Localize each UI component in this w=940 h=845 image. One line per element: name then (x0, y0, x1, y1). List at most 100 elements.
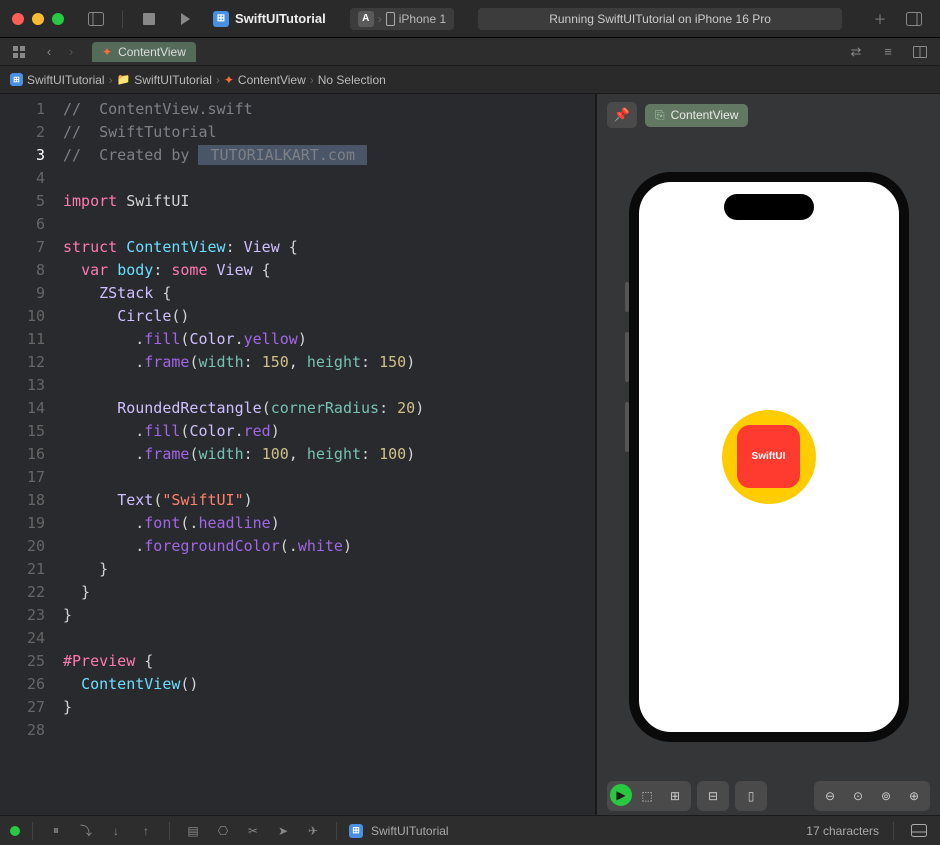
run-button[interactable] (171, 7, 199, 31)
pin-icon: 📌 (614, 107, 630, 123)
close-window[interactable] (12, 13, 24, 25)
add-editor[interactable] (906, 40, 934, 64)
circle-shape: SwiftUI (722, 410, 816, 504)
zoom-fit[interactable]: ⊙ (845, 784, 871, 808)
related-items[interactable] (6, 40, 34, 64)
step-over[interactable]: ⤵ (75, 821, 97, 841)
bc-file[interactable]: ✦ContentView (224, 73, 306, 87)
app-store-icon: A (358, 11, 374, 27)
breadcrumb: ⊞SwiftUITutorial › 📁SwiftUITutorial › ✦C… (0, 66, 940, 94)
pause-icon: ⏸ (53, 823, 59, 838)
chevron-left-icon: ‹ (47, 44, 51, 59)
location-icon: ➤ (278, 824, 288, 838)
sidebar-right-icon (906, 12, 922, 26)
forward-button[interactable]: › (60, 42, 82, 62)
swiftui-text: SwiftUI (752, 451, 786, 462)
bc-selection[interactable]: No Selection (318, 73, 386, 87)
sidebar-left-icon (88, 12, 104, 26)
step-out-icon: ↑ (143, 824, 149, 838)
bc-folder-label: SwiftUITutorial (134, 73, 212, 87)
preview-header: 📌 ⎘ ContentView (597, 94, 940, 136)
main-split: 1234567891011121314151617181920212223242… (0, 94, 940, 815)
adjust-editor[interactable]: ≡ (874, 40, 902, 64)
env-overrides[interactable]: ✂ (242, 821, 264, 841)
scheme-selector[interactable]: ⊞ SwiftUITutorial (213, 11, 326, 27)
char-count: 17 characters (806, 824, 879, 838)
plus-icon: ＋ (873, 9, 886, 28)
editor-tab[interactable]: ✦ ContentView (92, 42, 196, 62)
review-button[interactable]: ⇄ (842, 40, 870, 64)
pin-preview[interactable]: 📌 (607, 102, 637, 128)
step-over-icon: ⤵ (80, 822, 92, 839)
grid-icon (13, 46, 27, 58)
phone-side-buttons (625, 282, 629, 452)
preview-device[interactable]: ▯ (738, 784, 764, 808)
status-text: Running SwiftUITutorial on iPhone 16 Pro (549, 12, 771, 26)
play-icon: ▶ (616, 788, 625, 802)
phone-icon (386, 12, 395, 26)
back-button[interactable]: ‹ (38, 42, 60, 62)
toggle-debug-area[interactable] (908, 821, 930, 841)
lines-icon: ≡ (884, 44, 892, 59)
bc-file-label: ContentView (238, 73, 306, 87)
nav-icon: ✈ (308, 824, 318, 838)
memory-icon: ⎔ (218, 824, 228, 838)
app-icon: ⊞ (213, 11, 229, 27)
phone-icon: ▯ (748, 789, 755, 803)
code-editor[interactable]: 1234567891011121314151617181920212223242… (0, 94, 595, 815)
minimize-window[interactable] (32, 13, 44, 25)
activity-status[interactable]: Running SwiftUITutorial on iPhone 16 Pro (478, 8, 842, 30)
preview-pane: 📌 ⎘ ContentView SwiftUI (595, 94, 940, 815)
step-out[interactable]: ↑ (135, 821, 157, 841)
memory-graph[interactable]: ⎔ (212, 821, 234, 841)
bc-folder[interactable]: 📁SwiftUITutorial (117, 73, 212, 87)
debug-app-icon: ⊞ (349, 824, 363, 838)
variants-button[interactable]: ⊞ (662, 784, 688, 808)
traffic-lights (12, 13, 64, 25)
live-preview-button[interactable]: ▶ (610, 784, 632, 806)
zoom-in[interactable]: ⊕ (901, 784, 927, 808)
fullscreen-window[interactable] (52, 13, 64, 25)
stop-icon (143, 13, 155, 25)
3d-icon: ▤ (187, 824, 198, 838)
debug-bar: ⏸ ⤵ ↓ ↑ ▤ ⎔ ✂ ➤ ✈ ⊞ SwiftUITutorial 17 c… (0, 815, 940, 845)
grid-icon: ⊞ (670, 789, 680, 803)
bc-root-label: SwiftUITutorial (27, 73, 105, 87)
selectable-preview[interactable]: ⬚ (634, 784, 660, 808)
panel-icon (911, 824, 927, 837)
preview-canvas[interactable]: SwiftUI (597, 136, 940, 777)
running-indicator (10, 826, 20, 836)
library-button[interactable] (900, 7, 928, 31)
debug-view[interactable]: ▤ (182, 821, 204, 841)
code-area[interactable]: // ContentView.swift // SwiftTutorial //… (55, 94, 595, 815)
cursor-icon: ⬚ (641, 789, 652, 803)
stop-button[interactable] (135, 7, 163, 31)
toggle-navigator[interactable] (82, 7, 110, 31)
env-icon: ✂ (248, 824, 258, 838)
preview-tab[interactable]: ⎘ ContentView (645, 104, 748, 127)
more-debug[interactable]: ✈ (302, 821, 324, 841)
tab-bar: ‹ › ✦ ContentView ⇄ ≡ (0, 38, 940, 66)
split-icon (913, 46, 927, 58)
bc-project[interactable]: ⊞SwiftUITutorial (10, 73, 105, 87)
device-settings[interactable]: ⊟ (700, 784, 726, 808)
pause-button[interactable]: ⏸ (45, 821, 67, 841)
zoom-out[interactable]: ⊖ (817, 784, 843, 808)
folder-icon: 📁 (117, 73, 131, 86)
arrows-icon: ⇄ (851, 44, 862, 60)
add-button[interactable]: ＋ (866, 7, 894, 31)
chevron-right-icon: › (69, 44, 73, 59)
simulate-location[interactable]: ➤ (272, 821, 294, 841)
preview-toolbar: ▶ ⬚ ⊞ ⊟ ▯ ⊖ ⊙ ⊚ ⊕ (597, 777, 940, 815)
step-into[interactable]: ↓ (105, 821, 127, 841)
debug-target-label[interactable]: SwiftUITutorial (371, 824, 449, 838)
phone-mockup: SwiftUI (629, 172, 909, 742)
zoom-actual[interactable]: ⊚ (873, 784, 899, 808)
tab-label: ContentView (118, 45, 186, 59)
project-name-label: SwiftUITutorial (235, 11, 326, 26)
device-label: iPhone 1 (399, 12, 446, 26)
settings-icon: ⊟ (708, 789, 718, 803)
zoom-fit-icon: ⊙ (853, 789, 863, 803)
device-selector[interactable]: A › iPhone 1 (350, 8, 454, 30)
preview-icon: ⎘ (655, 108, 665, 123)
